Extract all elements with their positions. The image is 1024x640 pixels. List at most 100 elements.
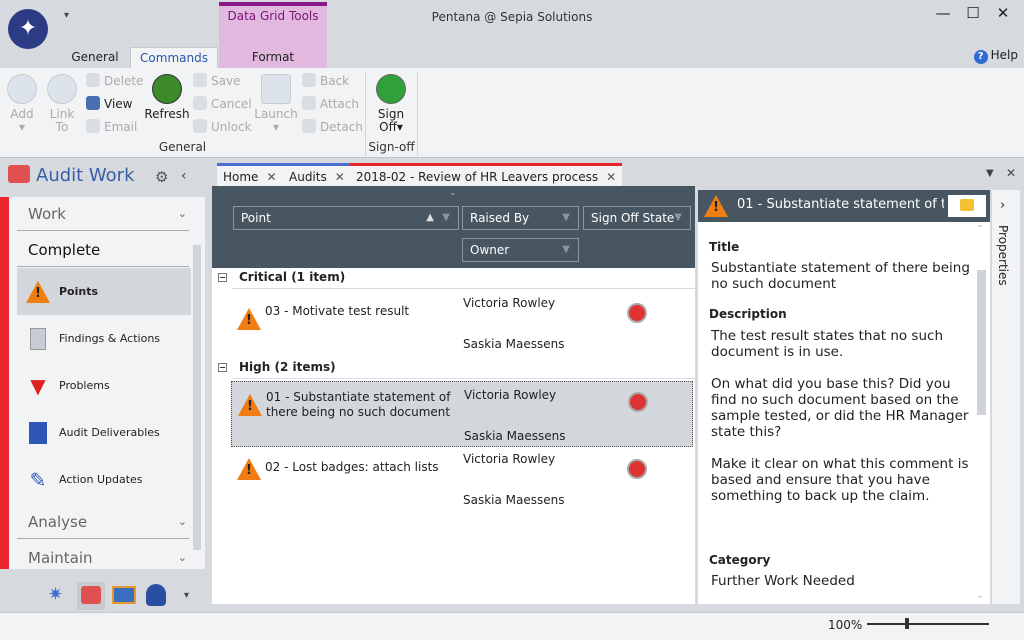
sort-ascending-icon: ▲ [426,212,434,223]
item-label: Problems [59,379,110,392]
tab-audits[interactable]: Audits ✕ [283,163,351,186]
scroll-down-icon[interactable]: ⌄ [976,590,984,601]
close-all-icon[interactable]: ✕ [1006,166,1016,180]
column-label: Sign Off State [591,211,675,225]
collapse-group-icon[interactable]: − [218,273,227,282]
filter-icon[interactable]: ▼ [674,207,682,229]
group-label: Critical (1 item) [239,270,346,284]
detach-button[interactable]: Detach [302,118,363,141]
link-to-button[interactable]: Link To [42,74,82,134]
close-tab-icon[interactable]: ✕ [335,170,345,184]
close-icon[interactable]: ✕ [988,4,1018,26]
sidebar-item-action-updates[interactable]: ✎ Action Updates [17,456,191,503]
detail-scrollbar[interactable] [977,270,986,415]
sidebar-item-points[interactable]: Points [17,268,191,315]
help-button[interactable]: ? Help [973,48,1018,64]
title-value[interactable]: Substantiate statement of there being no… [711,260,971,292]
back-icon [302,73,316,87]
tab-list-dropdown-icon[interactable]: ▼ [986,168,994,179]
pen-icon: ✎ [29,467,47,492]
cancel-icon [193,96,207,110]
more-dropdown-icon[interactable]: ▾ [184,590,189,601]
group-header-critical[interactable]: − Critical (1 item) [218,270,345,284]
column-header-point[interactable]: Point ▲ ▼ [233,206,459,230]
sign-off-button[interactable]: Sign Off▾ [371,74,411,134]
detail-action-button[interactable] [948,195,986,217]
ribbon-tab-general[interactable]: General [64,47,126,68]
collapse-sidebar-icon[interactable]: ‹ [181,168,187,184]
ribbon-tab-format[interactable]: Format [219,47,327,68]
zoom-slider[interactable] [867,623,989,625]
unlock-button[interactable]: Unlock [193,118,252,141]
category-label: Category [709,553,771,567]
zoom-slider-thumb[interactable] [905,618,910,629]
notes-icon [960,199,974,211]
section-analyse[interactable]: Analyse ⌄ [17,505,189,539]
properties-label[interactable]: Properties [996,225,1010,286]
group-divider [232,288,695,289]
sidebar-scrollbar[interactable] [193,245,201,550]
maximize-icon[interactable]: ☐ [958,4,988,26]
document-icon [25,326,51,352]
column-header-sign-off-state[interactable]: Sign Off State ▼ [583,206,691,230]
description-label: Description [709,307,787,321]
scroll-up-icon[interactable]: ⌃ [976,224,984,235]
close-tab-icon[interactable]: ✕ [606,170,616,184]
filter-icon[interactable]: ▼ [562,239,570,261]
calendar-icon[interactable] [112,586,136,604]
pentana-logo-icon[interactable]: ✦ [8,9,48,49]
quick-access-dropdown-icon[interactable]: ▾ [64,10,69,21]
owner-cell: Saskia Maessens [463,337,565,351]
link-to-label: Link To [49,107,75,134]
attach-label: Attach [320,97,359,111]
table-row[interactable]: 03 - Motivate test result Victoria Rowley… [231,296,693,362]
column-header-owner[interactable]: Owner ▼ [462,238,579,262]
network-icon[interactable]: ✷ [48,584,68,605]
back-button[interactable]: Back [302,72,363,95]
point-cell: 02 - Lost badges: attach lists [265,460,439,474]
expand-properties-icon[interactable]: › [1000,198,1005,213]
tab-review[interactable]: 2018-02 - Review of HR Leavers process ✕ [350,163,623,186]
refresh-button[interactable]: Refresh [144,74,190,121]
sidebar-item-findings-actions[interactable]: Findings & Actions [17,315,191,362]
section-maintain[interactable]: Maintain ⌄ [17,541,189,575]
briefcase-nav-icon[interactable] [77,582,105,610]
refresh-icon [152,74,182,104]
email-button[interactable]: Email [86,118,143,141]
raised-by-cell: Victoria Rowley [463,452,556,466]
sidebar-item-audit-deliverables[interactable]: Audit Deliverables [17,409,191,456]
add-button[interactable]: Add ▾ [2,74,42,134]
sidebar-title: Audit Work [8,165,135,186]
gear-icon[interactable]: ⚙ [155,168,168,186]
delete-button[interactable]: Delete [86,72,143,95]
section-work[interactable]: Work ⌄ [17,197,189,231]
table-row-selected[interactable]: 01 - Substantiate statement of there bei… [231,381,693,447]
user-icon[interactable] [146,584,166,606]
minimize-icon[interactable]: — [928,4,958,26]
attach-button[interactable]: Attach [302,95,363,118]
expand-header-icon[interactable]: ⌄ [449,188,457,198]
sidebar-item-problems[interactable]: ▼ Problems [17,362,191,409]
cancel-button[interactable]: Cancel [193,95,252,118]
collapse-group-icon[interactable]: − [218,363,227,372]
launch-button[interactable]: Launch ▾ [254,74,298,134]
description-value[interactable]: The test result states that no such docu… [711,328,971,504]
column-header-raised-by[interactable]: Raised By ▼ [462,206,579,230]
section-label: Maintain [28,549,93,567]
ribbon-tab-commands[interactable]: Commands [130,47,218,68]
refresh-label: Refresh [144,107,190,121]
attach-icon [302,96,316,110]
save-button[interactable]: Save [193,72,252,95]
group-header-high[interactable]: − High (2 items) [218,360,336,374]
view-button[interactable]: View [86,95,143,118]
close-tab-icon[interactable]: ✕ [266,170,276,184]
warning-icon [237,308,261,330]
section-complete[interactable]: Complete [17,233,189,267]
table-row[interactable]: 02 - Lost badges: attach lists Victoria R… [231,452,693,518]
filter-icon[interactable]: ▼ [562,207,570,229]
filter-icon[interactable]: ▼ [442,207,450,229]
section-label: Analyse [28,513,88,531]
category-value[interactable]: Further Work Needed [711,573,971,589]
owner-cell: Saskia Maessens [463,493,565,507]
tab-home[interactable]: Home ✕ [217,163,283,186]
